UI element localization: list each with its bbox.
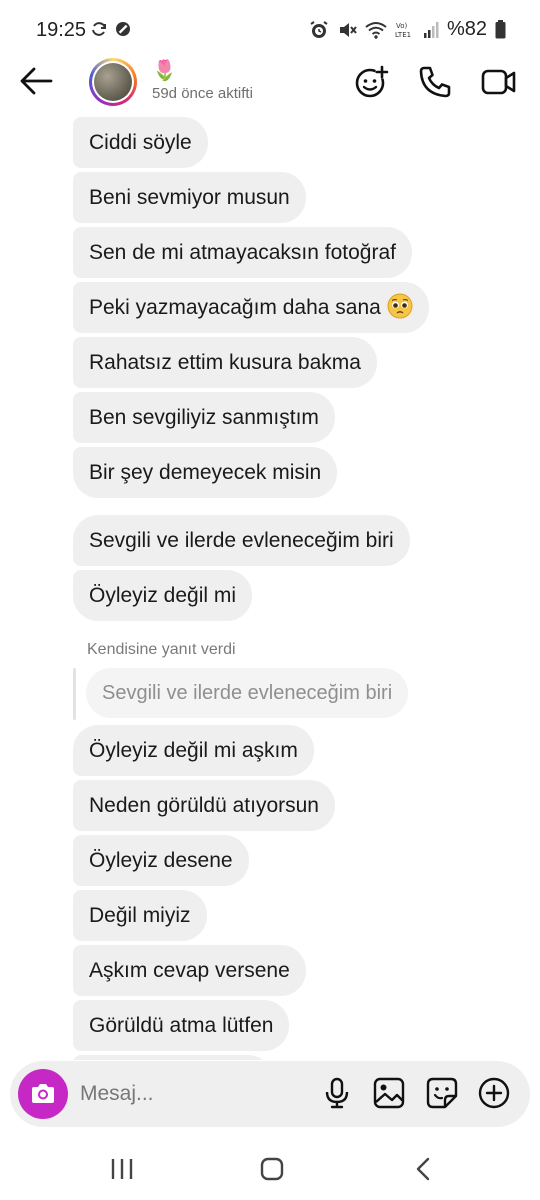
back-arrow-icon (20, 67, 53, 95)
message-input[interactable] (80, 1079, 310, 1109)
gallery-button[interactable] (372, 1076, 406, 1110)
status-time: 19:25 (36, 19, 87, 41)
sticker-icon (426, 1077, 458, 1109)
mute-icon (339, 22, 357, 37)
alarm-icon (310, 20, 328, 38)
microphone-icon (325, 1077, 349, 1109)
wifi-icon (365, 21, 387, 39)
recent-apps-button[interactable] (106, 1154, 138, 1184)
avatar[interactable] (89, 58, 137, 106)
message-bubble[interactable]: Öyleyiz değil mi aşkım (73, 725, 314, 776)
message-bubble-partial[interactable] (73, 1055, 273, 1060)
add-icon (478, 1077, 510, 1109)
status-bar: 19:25 Vo) LTE1 %82 (0, 0, 540, 58)
quoted-message[interactable]: Sevgili ve ilerde evleneceğim biri (86, 668, 409, 718)
message-list[interactable]: Ciddi söyle Beni sevmiyor musun Sen de m… (0, 108, 540, 1060)
message-bubble[interactable]: Sevgili ve ilerde evleneceğim biri (73, 515, 410, 566)
message-bubble[interactable]: Ben sevgiliyiz sanmıştım (73, 392, 335, 443)
recent-apps-icon (111, 1159, 133, 1179)
voice-call-button[interactable] (417, 64, 453, 100)
message-bubble[interactable]: Sen de mi atmayacaksın fotoğraf (73, 227, 412, 278)
home-icon (260, 1157, 284, 1181)
svg-text:Vo): Vo) (396, 22, 408, 30)
do-not-disturb-icon (116, 22, 130, 36)
sticker-button[interactable] (425, 1076, 459, 1110)
back-icon (416, 1157, 430, 1181)
volte-icon: Vo)LTE1 (395, 22, 411, 39)
message-bubble[interactable]: Görüldü atma lütfen (73, 1000, 290, 1051)
message-bubble[interactable]: Beni sevmiyor musun (73, 172, 306, 223)
video-chat-add-icon (355, 65, 389, 98)
message-bubble[interactable]: Rahatsız ettim kusura bakma (73, 337, 377, 388)
sync-icon (92, 22, 106, 36)
active-status: 59d önce aktifti (152, 85, 253, 102)
video-camera-icon (481, 69, 516, 95)
pleading-face-icon (387, 293, 413, 319)
voice-message-button[interactable] (320, 1076, 354, 1110)
more-options-button[interactable] (477, 1076, 511, 1110)
battery-icon (495, 20, 506, 39)
message-bubble[interactable]: Aşkım cevap versene (73, 945, 306, 996)
reply-label: Kendisine yanıt verdi (87, 641, 236, 658)
video-call-button[interactable] (481, 64, 517, 100)
phone-icon (419, 66, 451, 98)
message-bubble[interactable]: Öyleyiz değil mi (73, 570, 253, 621)
signal-icon (423, 21, 439, 38)
message-bubble[interactable]: Bir şey demeyecek misin (73, 447, 338, 498)
video-chat-add-button[interactable] (354, 64, 390, 100)
svg-text:LTE1: LTE1 (395, 31, 411, 39)
profile-photo (94, 63, 132, 101)
chat-header: 🌷 59d önce aktifti (0, 58, 540, 108)
system-navigation-bar (0, 1138, 540, 1200)
battery-percent: %82 (446, 18, 487, 40)
home-button[interactable] (256, 1154, 288, 1184)
message-bubble[interactable]: Ciddi söyle (73, 117, 208, 168)
contact-name[interactable]: 🌷 (152, 58, 177, 83)
reply-indicator-bar (73, 668, 76, 720)
message-bubble[interactable]: Değil miyiz (73, 890, 207, 941)
gallery-icon (373, 1077, 405, 1109)
message-bubble[interactable]: Neden görüldü atıyorsun (73, 780, 335, 831)
camera-icon (32, 1084, 54, 1103)
back-button[interactable] (18, 64, 58, 100)
message-bubble[interactable]: Peki yazmayacağım daha sana (73, 282, 429, 333)
message-composer (10, 1061, 530, 1127)
camera-button[interactable] (18, 1069, 68, 1119)
nav-back-button[interactable] (408, 1154, 440, 1184)
message-bubble[interactable]: Öyleyiz desene (73, 835, 249, 886)
